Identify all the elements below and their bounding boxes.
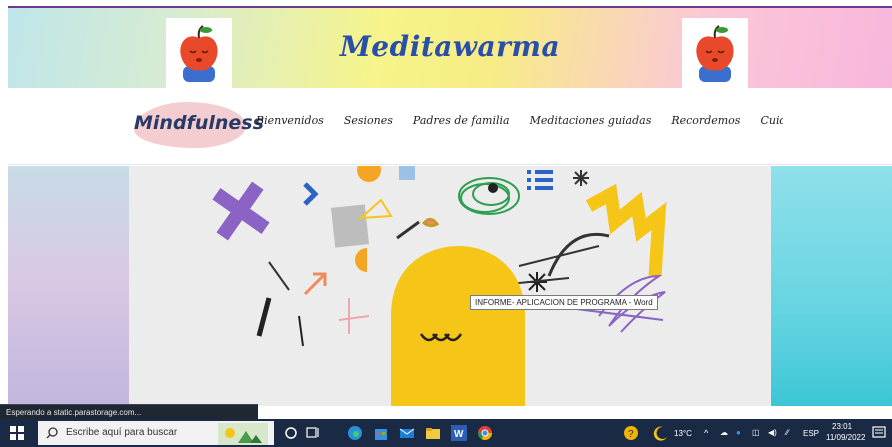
- nav-item-padres[interactable]: Padres de familia: [413, 114, 510, 127]
- search-icon: [46, 427, 58, 439]
- svg-text:?: ?: [628, 429, 634, 440]
- language-indicator[interactable]: ESP: [803, 429, 819, 438]
- store-icon[interactable]: [372, 424, 390, 442]
- taskbar-search-box[interactable]: Escribe aquí para buscar: [38, 421, 274, 445]
- apple-logo-icon: [696, 25, 734, 82]
- yellow-mascot: [391, 246, 525, 406]
- pen-icon[interactable]: ∕∕: [786, 428, 789, 437]
- help-icon[interactable]: ?: [622, 424, 640, 442]
- screen: Meditawarma Mindfulness Bienvenidos Sesi…: [0, 0, 892, 447]
- logo-right[interactable]: [682, 18, 748, 88]
- svg-text:W: W: [454, 429, 464, 440]
- brand-link[interactable]: Mindfulness: [134, 112, 264, 134]
- network-icon[interactable]: ◫: [752, 428, 760, 437]
- weather-temperature[interactable]: 13°C: [674, 429, 692, 438]
- taskbar-tooltip: INFORME- APLICACION DE PROGRAMA - Word: [470, 295, 658, 310]
- nav-bar: Mindfulness Bienvenidos Sesiones Padres …: [8, 90, 892, 165]
- windows-taskbar: Escribe aquí para buscar W ? 13°C ^ ☁ ● …: [0, 419, 892, 447]
- search-placeholder: Escribe aquí para buscar: [66, 427, 178, 438]
- browser-status-bar: Esperando a static.parastorage.com...: [0, 404, 258, 419]
- mail-icon[interactable]: [398, 424, 416, 442]
- tray-app-icon[interactable]: ●: [736, 428, 741, 437]
- notification-icon[interactable]: [870, 424, 888, 442]
- list-shape: [527, 170, 553, 190]
- tray-cloud-icon[interactable]: ☁: [720, 428, 728, 437]
- edge-icon[interactable]: [346, 424, 364, 442]
- search-highlight-image: [218, 423, 268, 445]
- site-title[interactable]: Meditawarma: [8, 30, 892, 63]
- volume-icon[interactable]: ◀): [768, 428, 777, 437]
- task-view-icon[interactable]: [304, 424, 322, 442]
- clock-date[interactable]: 11/09/2022: [826, 433, 865, 442]
- clock-time[interactable]: 23:01: [832, 422, 852, 431]
- chrome-icon[interactable]: [476, 424, 494, 442]
- green-scribble: [458, 177, 520, 215]
- purple-cross-shape: [212, 181, 270, 241]
- windows-start-icon[interactable]: [10, 426, 24, 440]
- cortana-icon[interactable]: [282, 424, 300, 442]
- tray-expand-icon[interactable]: ^: [704, 428, 708, 438]
- nav-item-bienvenidos[interactable]: Bienvenidos: [256, 114, 324, 127]
- site-header-banner: Meditawarma: [8, 8, 892, 88]
- nav-menu: Bienvenidos Sesiones Padres de familia M…: [256, 114, 783, 127]
- hero-right-panel: [771, 166, 892, 406]
- hero-illustration: [129, 166, 771, 406]
- nav-item-cuidado[interactable]: Cuidado de la s: [760, 114, 783, 127]
- hero-left-panel: [8, 166, 129, 406]
- nav-item-recordemos[interactable]: Recordemos: [671, 114, 740, 127]
- nav-item-meditaciones[interactable]: Meditaciones guiadas: [530, 114, 652, 127]
- word-icon[interactable]: W: [450, 424, 468, 442]
- nav-item-sesiones[interactable]: Sesiones: [344, 114, 393, 127]
- file-explorer-icon[interactable]: [424, 424, 442, 442]
- weather-moon-icon: [653, 426, 667, 441]
